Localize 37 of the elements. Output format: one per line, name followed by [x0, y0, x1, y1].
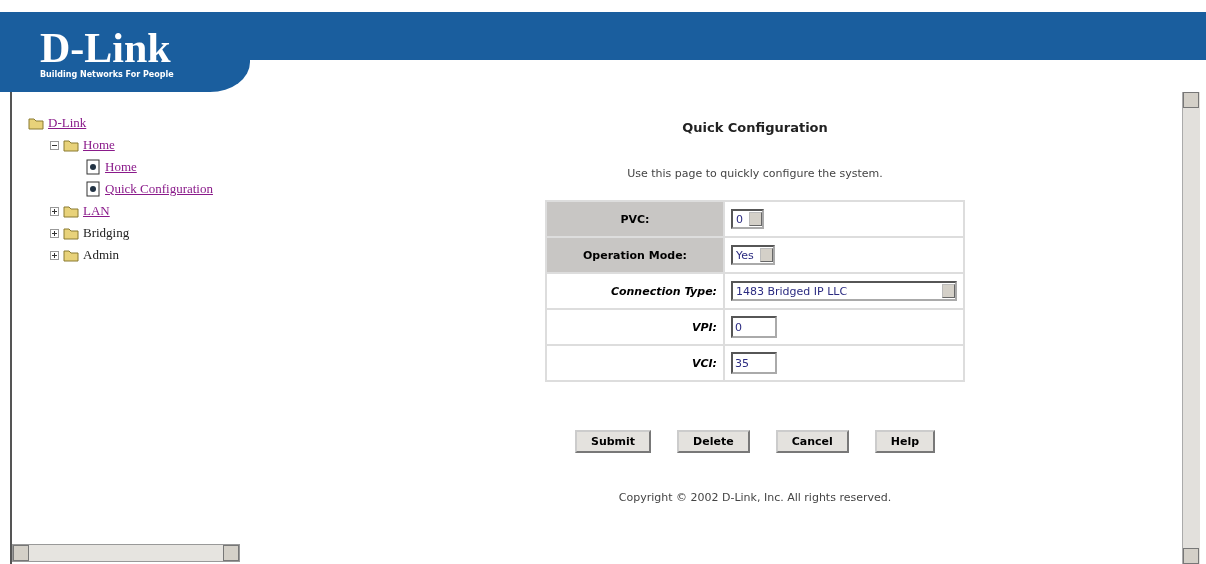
- folder-icon: [63, 203, 79, 219]
- input-field[interactable]: 35: [731, 352, 777, 374]
- field-label: VCI:: [546, 345, 724, 381]
- horizontal-scrollbar[interactable]: [12, 544, 240, 562]
- intro-text: Use this page to quickly configure the system.: [627, 167, 883, 180]
- tree-item[interactable]: LAN: [83, 203, 110, 219]
- folder-icon: [28, 115, 44, 131]
- field-label: PVC:: [546, 201, 724, 237]
- tree-item[interactable]: Home: [83, 137, 115, 153]
- folder-icon: [63, 137, 79, 153]
- form-button[interactable]: Help: [874, 430, 936, 453]
- page-title: Quick Configuration: [682, 120, 828, 135]
- expand-icon[interactable]: [50, 250, 59, 260]
- tree-item[interactable]: Admin: [83, 247, 120, 263]
- tree-item[interactable]: Home: [105, 159, 137, 175]
- field-label: Operation Mode:: [546, 237, 724, 273]
- form-button[interactable]: Submit: [574, 430, 652, 453]
- expand-icon[interactable]: [50, 206, 59, 216]
- dropdown[interactable]: 0: [731, 209, 764, 229]
- expand-icon[interactable]: [50, 228, 59, 238]
- form-button[interactable]: Delete: [677, 430, 750, 453]
- page-icon: [85, 159, 101, 175]
- dropdown[interactable]: Yes: [731, 245, 775, 265]
- tree-item[interactable]: D-Link: [48, 115, 87, 131]
- input-field[interactable]: 0: [731, 316, 777, 338]
- field-label: VPI:: [546, 309, 724, 345]
- collapse-icon[interactable]: [50, 140, 59, 150]
- tree-item[interactable]: Quick Configuration: [105, 181, 213, 197]
- copyright-text: Copyright © 2002 D-Link, Inc. All rights reserved.: [618, 491, 892, 504]
- page-icon: [85, 181, 101, 197]
- dropdown[interactable]: 1483 Bridged IP LLC: [731, 281, 957, 301]
- tree-item[interactable]: Bridging: [83, 225, 130, 241]
- folder-icon: [63, 247, 79, 263]
- vertical-scrollbar[interactable]: [1182, 92, 1200, 564]
- form-button[interactable]: Cancel: [775, 430, 849, 453]
- field-label: Connection Type:: [546, 273, 724, 309]
- folder-icon: [63, 225, 79, 241]
